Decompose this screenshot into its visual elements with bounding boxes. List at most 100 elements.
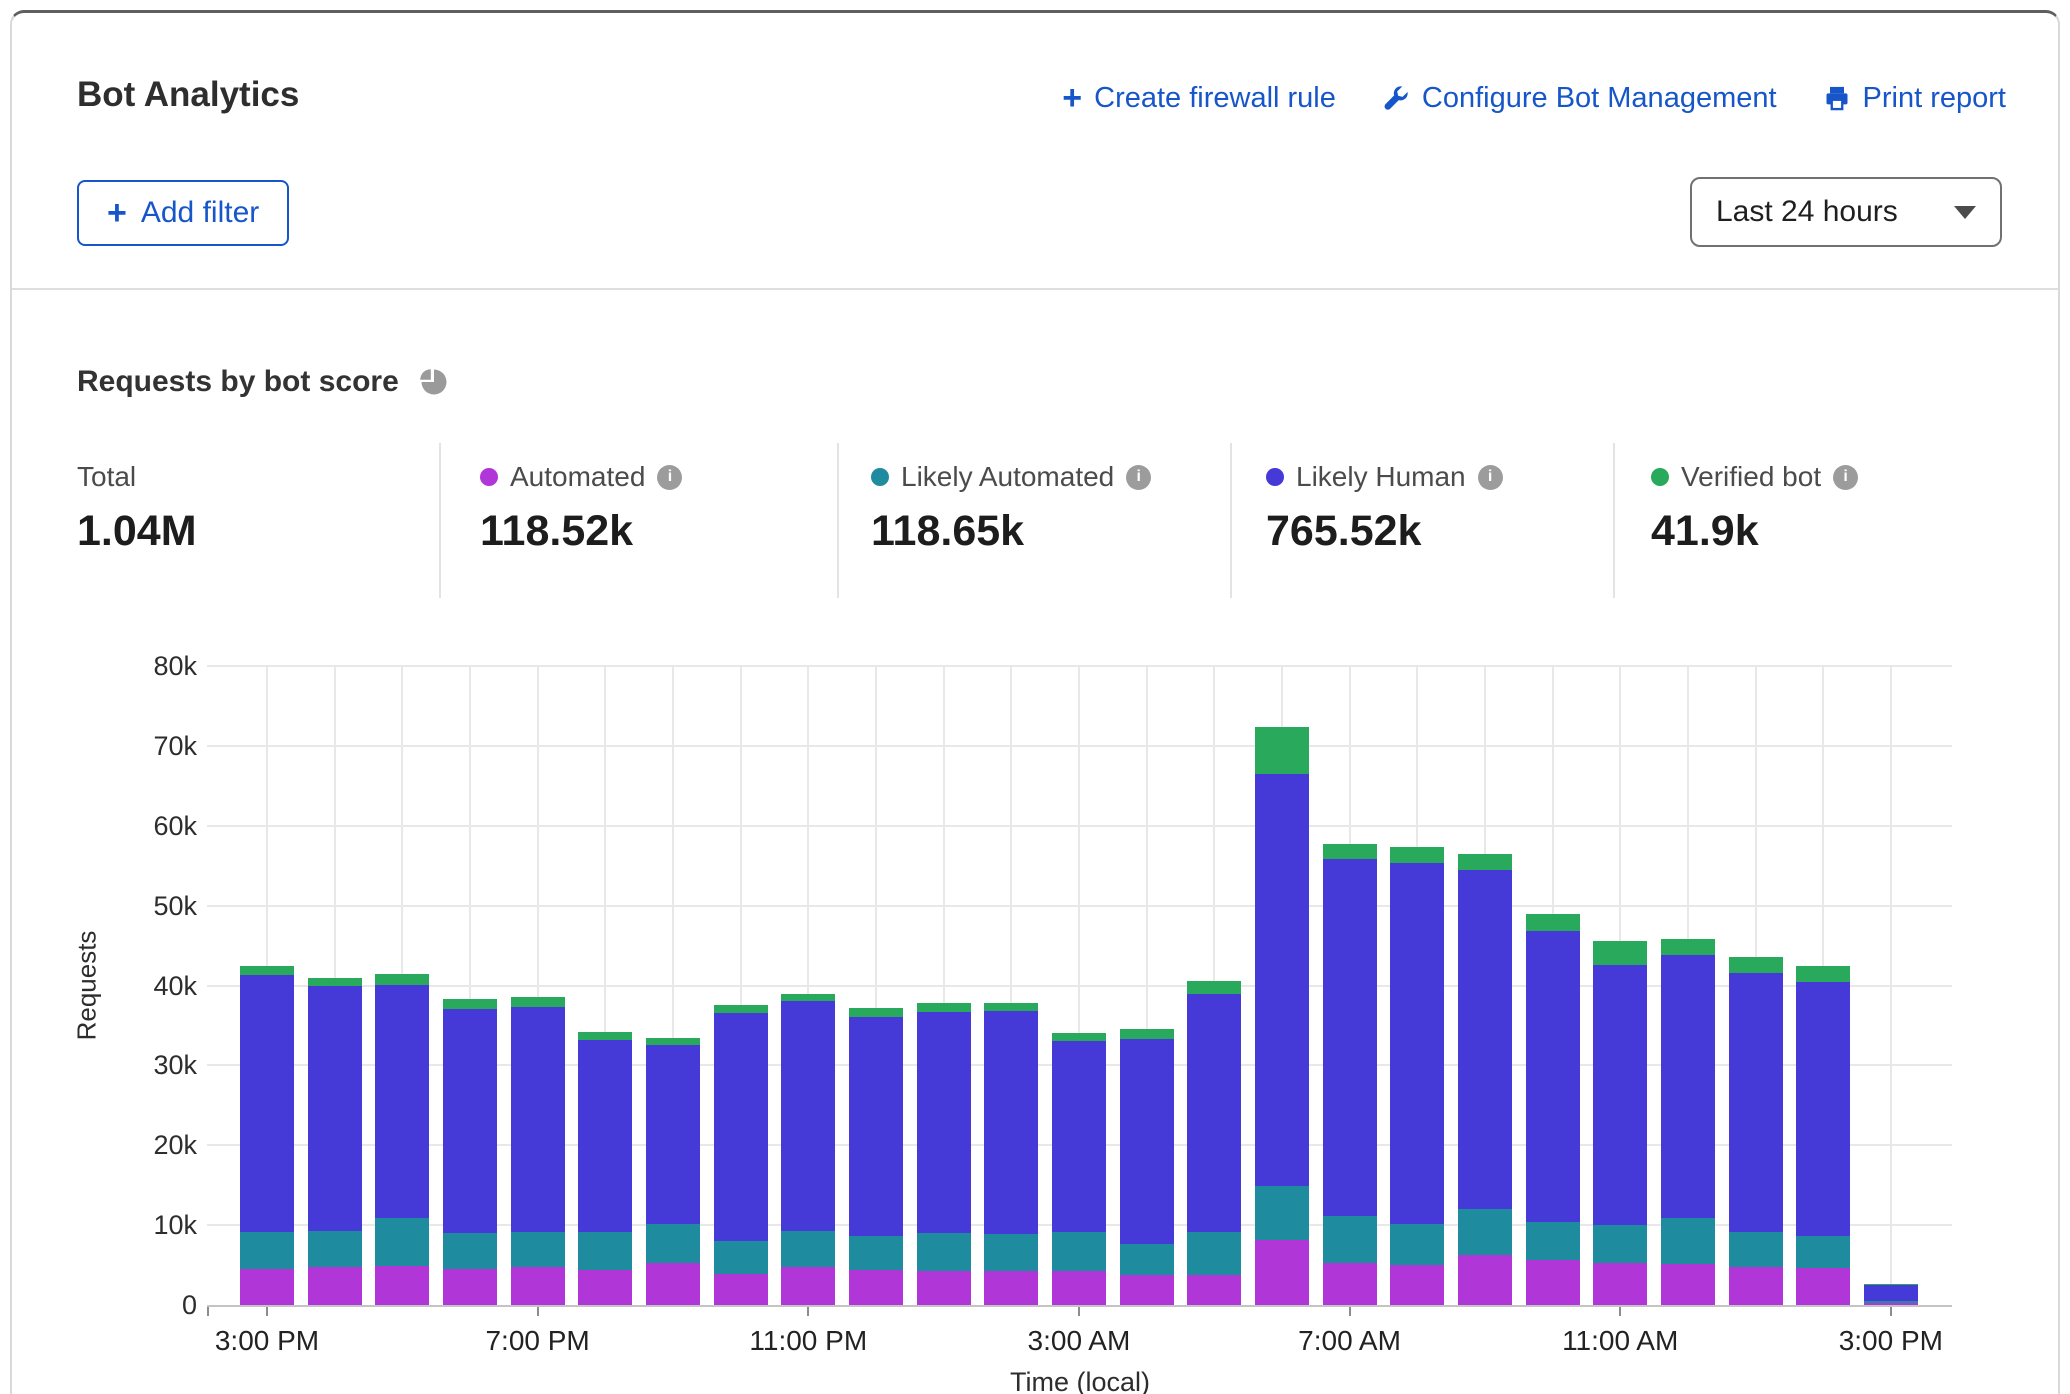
bar-column[interactable] bbox=[1052, 1033, 1106, 1305]
x-tick-label: 3:00 PM bbox=[1801, 1325, 1981, 1357]
bar-segment-verified-bot bbox=[578, 1032, 632, 1040]
bar-segment-likely-human bbox=[1796, 982, 1850, 1236]
bar-column[interactable] bbox=[308, 978, 362, 1305]
axis-tick bbox=[1619, 1307, 1621, 1316]
bar-segment-verified-bot bbox=[375, 974, 429, 985]
bar-segment-automated bbox=[1187, 1275, 1241, 1305]
bar-segment-automated bbox=[1458, 1255, 1512, 1305]
bar-column[interactable] bbox=[1255, 727, 1309, 1305]
bar-segment-likely-human bbox=[1593, 965, 1647, 1225]
axis-tick bbox=[807, 1307, 809, 1316]
bar-segment-automated bbox=[849, 1270, 903, 1305]
bar-segment-likely-human bbox=[1323, 859, 1377, 1217]
bar-segment-likely-human bbox=[1052, 1041, 1106, 1232]
bar-segment-automated bbox=[1323, 1263, 1377, 1305]
bar-segment-likely-automated bbox=[1593, 1225, 1647, 1263]
bar-column[interactable] bbox=[1323, 844, 1377, 1305]
axis-tick bbox=[266, 1307, 268, 1316]
axis-tick bbox=[1078, 1307, 1080, 1316]
bar-column[interactable] bbox=[375, 974, 429, 1305]
bar-segment-automated bbox=[1255, 1240, 1309, 1305]
bar-column[interactable] bbox=[714, 1005, 768, 1305]
bar-segment-automated bbox=[1390, 1265, 1444, 1305]
bar-segment-automated bbox=[984, 1271, 1038, 1305]
bar-segment-automated bbox=[443, 1269, 497, 1305]
bar-segment-likely-automated bbox=[1729, 1232, 1783, 1268]
bar-segment-verified-bot bbox=[511, 997, 565, 1007]
bar-segment-likely-human bbox=[1661, 955, 1715, 1218]
bar-column[interactable] bbox=[646, 1038, 700, 1305]
bar-segment-automated bbox=[1120, 1275, 1174, 1305]
bar-segment-verified-bot bbox=[781, 994, 835, 1001]
bar-column[interactable] bbox=[1458, 854, 1512, 1305]
bar-segment-likely-automated bbox=[1661, 1218, 1715, 1264]
bar-segment-automated bbox=[1593, 1263, 1647, 1305]
bar-segment-likely-human bbox=[511, 1007, 565, 1231]
x-tick-label: 11:00 PM bbox=[718, 1325, 898, 1357]
bar-segment-verified-bot bbox=[917, 1003, 971, 1012]
y-tick-label: 20k bbox=[37, 1129, 197, 1161]
bar-column[interactable] bbox=[443, 999, 497, 1305]
axis-tick bbox=[207, 1307, 209, 1316]
bar-segment-verified-bot bbox=[443, 999, 497, 1009]
bar-segment-likely-automated bbox=[984, 1234, 1038, 1271]
bar-segment-likely-human bbox=[375, 985, 429, 1218]
bar-column[interactable] bbox=[849, 1008, 903, 1305]
bar-segment-likely-human bbox=[1458, 870, 1512, 1209]
gridline bbox=[1890, 666, 1892, 1305]
bar-segment-verified-bot bbox=[1796, 966, 1850, 983]
y-tick-label: 80k bbox=[37, 650, 197, 682]
bar-column[interactable] bbox=[1390, 847, 1444, 1305]
bar-column[interactable] bbox=[578, 1032, 632, 1305]
bar-column[interactable] bbox=[1729, 957, 1783, 1305]
bot-analytics-page: Bot Analytics + Create firewall rule Con… bbox=[0, 0, 2070, 1394]
requests-by-bot-score-chart: Requests Time (local) 010k20k30k40k50k60… bbox=[12, 13, 2058, 1394]
bar-segment-likely-automated bbox=[1052, 1232, 1106, 1271]
bar-column[interactable] bbox=[240, 966, 294, 1305]
bar-segment-automated bbox=[578, 1270, 632, 1305]
bar-segment-automated bbox=[1052, 1271, 1106, 1305]
bar-segment-likely-human bbox=[578, 1040, 632, 1232]
bar-segment-automated bbox=[917, 1271, 971, 1305]
bar-segment-likely-human bbox=[1187, 994, 1241, 1231]
bar-column[interactable] bbox=[917, 1003, 971, 1305]
bar-segment-automated bbox=[714, 1274, 768, 1305]
bar-column[interactable] bbox=[1796, 966, 1850, 1305]
bar-segment-automated bbox=[511, 1267, 565, 1305]
y-tick-label: 10k bbox=[37, 1209, 197, 1241]
bar-segment-likely-human bbox=[849, 1017, 903, 1236]
bar-segment-automated bbox=[1661, 1264, 1715, 1305]
bar-segment-verified-bot bbox=[984, 1003, 1038, 1011]
bar-column[interactable] bbox=[781, 994, 835, 1305]
bar-segment-likely-automated bbox=[1390, 1224, 1444, 1265]
bar-segment-verified-bot bbox=[1458, 854, 1512, 870]
y-tick-label: 30k bbox=[37, 1049, 197, 1081]
bar-column[interactable] bbox=[1661, 939, 1715, 1305]
bar-column[interactable] bbox=[1187, 981, 1241, 1305]
bar-segment-verified-bot bbox=[1052, 1033, 1106, 1041]
bar-segment-verified-bot bbox=[1390, 847, 1444, 863]
bar-segment-likely-human bbox=[1120, 1039, 1174, 1243]
bar-segment-automated bbox=[1796, 1268, 1850, 1305]
bar-column[interactable] bbox=[511, 997, 565, 1305]
y-tick-label: 70k bbox=[37, 730, 197, 762]
bar-column[interactable] bbox=[1120, 1029, 1174, 1305]
x-axis-title: Time (local) bbox=[880, 1367, 1280, 1394]
bar-segment-verified-bot bbox=[1187, 981, 1241, 995]
axis-tick bbox=[1890, 1307, 1892, 1316]
bar-segment-likely-human bbox=[1390, 863, 1444, 1224]
bar-segment-likely-human bbox=[917, 1012, 971, 1233]
bar-segment-verified-bot bbox=[1729, 957, 1783, 973]
bar-column[interactable] bbox=[1593, 941, 1647, 1305]
bar-segment-likely-automated bbox=[646, 1224, 700, 1263]
bar-column[interactable] bbox=[1864, 1284, 1918, 1305]
bar-segment-likely-human bbox=[714, 1013, 768, 1241]
bar-column[interactable] bbox=[984, 1003, 1038, 1305]
bar-segment-likely-human bbox=[308, 986, 362, 1230]
bar-segment-verified-bot bbox=[1120, 1029, 1174, 1039]
bar-segment-automated bbox=[308, 1267, 362, 1305]
bar-column[interactable] bbox=[1526, 914, 1580, 1305]
bar-segment-likely-automated bbox=[511, 1232, 565, 1268]
bar-segment-likely-human bbox=[1526, 931, 1580, 1222]
bot-analytics-card: Bot Analytics + Create firewall rule Con… bbox=[10, 10, 2060, 1394]
